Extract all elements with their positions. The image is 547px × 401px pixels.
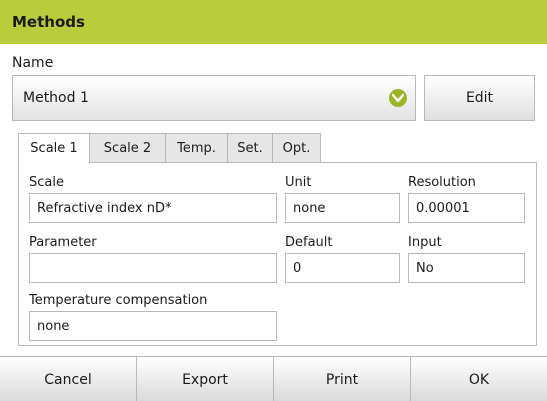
tab-set[interactable]: Set.: [228, 133, 273, 163]
unit-field[interactable]: none: [285, 193, 400, 223]
scale-label: Scale: [29, 175, 64, 190]
method-select[interactable]: Method 1: [12, 75, 416, 121]
tab-scale-1[interactable]: Scale 1: [18, 133, 90, 164]
resolution-field[interactable]: 0.00001: [408, 193, 525, 223]
cancel-button[interactable]: Cancel: [0, 357, 137, 401]
footer-button-bar: Cancel Export Print OK: [0, 356, 547, 401]
edit-button[interactable]: Edit: [424, 75, 535, 121]
resolution-label: Resolution: [408, 175, 476, 190]
method-select-value: Method 1: [23, 90, 89, 106]
parameter-label: Parameter: [29, 235, 97, 250]
title-bar: Methods: [0, 0, 547, 44]
parameter-field[interactable]: [29, 253, 277, 283]
input-label: Input: [408, 235, 442, 250]
tab-temp[interactable]: Temp.: [166, 133, 228, 163]
name-label: Name: [12, 55, 54, 71]
ok-button[interactable]: OK: [411, 357, 547, 401]
tab-panel-scale-1: Scale Refractive index nD* Unit none Res…: [18, 162, 537, 346]
tab-bar: Scale 1 Scale 2 Temp. Set. Opt.: [18, 133, 321, 164]
tab-scale-2[interactable]: Scale 2: [90, 133, 166, 163]
unit-label: Unit: [285, 175, 312, 190]
default-label: Default: [285, 235, 333, 250]
tab-opt[interactable]: Opt.: [273, 133, 321, 163]
chevron-down-icon[interactable]: [389, 89, 407, 107]
window-title: Methods: [12, 13, 85, 31]
default-field[interactable]: 0: [285, 253, 400, 283]
scale-field[interactable]: Refractive index nD*: [29, 193, 277, 223]
temperature-compensation-label: Temperature compensation: [29, 293, 208, 308]
input-field[interactable]: No: [408, 253, 525, 283]
temperature-compensation-field[interactable]: none: [29, 311, 277, 341]
export-button[interactable]: Export: [137, 357, 274, 401]
print-button[interactable]: Print: [274, 357, 411, 401]
